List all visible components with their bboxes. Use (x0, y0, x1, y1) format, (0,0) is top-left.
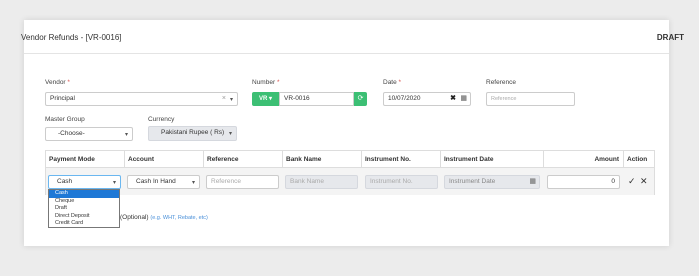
optional-deductions-link[interactable]: (Optional) (e.g. WHT, Rebate, etc) (120, 214, 208, 221)
col-reference: Reference (204, 151, 283, 168)
col-instrument-date: Instrument Date (441, 151, 544, 168)
page-title: Vendor Refunds - [VR-0016] (21, 33, 122, 42)
clear-icon[interactable]: × (222, 93, 226, 105)
chevron-down-icon: ▾ (229, 97, 233, 103)
master-group-select[interactable]: -Choose- ▾ (45, 127, 133, 141)
instrument-date-input: Instrument Date ▦ (444, 175, 540, 189)
option-draft[interactable]: Draft (49, 205, 119, 213)
bank-name-input: Bank Name (285, 175, 358, 189)
number-field[interactable]: VR-0016 (279, 92, 354, 106)
date-label: Date * (383, 79, 402, 86)
header-divider (24, 53, 669, 54)
col-account: Account (125, 151, 204, 168)
option-credit-card[interactable]: Credit Card (49, 220, 119, 228)
col-action: Action (627, 156, 648, 163)
calendar-icon: ▦ (529, 178, 536, 185)
refresh-icon[interactable]: ⟳ (354, 92, 367, 106)
reference-label: Reference (486, 79, 516, 86)
col-amount: Amount (544, 151, 624, 168)
option-cash[interactable]: Cash (49, 190, 119, 198)
chevron-down-icon: ▾ (112, 180, 116, 186)
payment-mode-dropdown: Cash Cheque Draft Direct Deposit Credit … (48, 189, 120, 228)
chevron-down-icon: ▾ (191, 180, 195, 186)
chevron-down-icon: ▾ (228, 131, 232, 137)
vendor-select[interactable]: Principal × ▾ (45, 92, 238, 106)
option-cheque[interactable]: Cheque (49, 198, 119, 206)
chevron-down-icon: ▾ (124, 132, 128, 138)
status-badge: DRAFT (656, 33, 684, 42)
master-group-label: Master Group (45, 116, 85, 123)
vendor-label: Vendor * (45, 79, 70, 86)
date-field[interactable]: 10/07/2020 ✖ ▦ (383, 92, 471, 106)
account-select[interactable]: Cash In Hand ▾ (127, 175, 200, 189)
instrument-no-input: Instrument No. (365, 175, 438, 189)
col-bank-name: Bank Name (283, 151, 362, 168)
col-instrument-no: Instrument No. (362, 151, 441, 168)
row-reference-input[interactable]: Reference (206, 175, 279, 189)
amount-input[interactable]: 0 (547, 175, 620, 189)
currency-select[interactable]: Pakistani Rupee ( Rs) ▾ (148, 126, 237, 141)
col-payment-mode: Payment Mode (46, 151, 125, 168)
close-icon[interactable]: ✕ (640, 176, 648, 187)
currency-label: Currency (148, 116, 175, 123)
option-direct-deposit[interactable]: Direct Deposit (49, 213, 119, 221)
reference-input[interactable]: Reference (486, 92, 575, 106)
check-icon[interactable]: ✓ (628, 176, 636, 187)
calendar-icon[interactable]: ▦ (460, 93, 467, 105)
payment-mode-select[interactable]: Cash ▾ (48, 175, 121, 189)
clear-date-icon[interactable]: ✖ (450, 93, 456, 105)
prefix-dropdown-button[interactable]: VR ▾ (252, 92, 279, 106)
number-label: Number * (252, 79, 280, 86)
